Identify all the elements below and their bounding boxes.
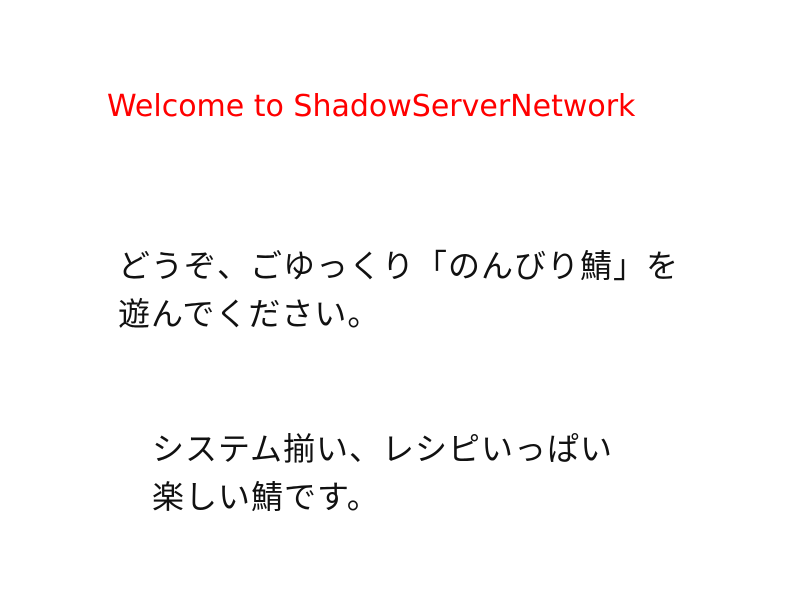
welcome-heading: Welcome to ShadowServerNetwork [107,89,636,124]
features-line-1: システム揃い、レシピいっぱい [152,430,614,468]
features-line-2: 楽しい鯖です。 [152,478,380,516]
intro-line-2: 遊んでください。 [118,295,381,333]
welcome-page: Welcome to ShadowServerNetwork どうぞ、ごゆっくり… [0,0,800,600]
features-paragraph: システム揃い、レシピいっぱい 楽しい鯖です。 [152,425,613,521]
intro-line-1: どうぞ、ごゆっくり「のんびり鯖」を [118,247,680,285]
intro-paragraph: どうぞ、ごゆっくり「のんびり鯖」を 遊んでください。 [118,242,679,338]
